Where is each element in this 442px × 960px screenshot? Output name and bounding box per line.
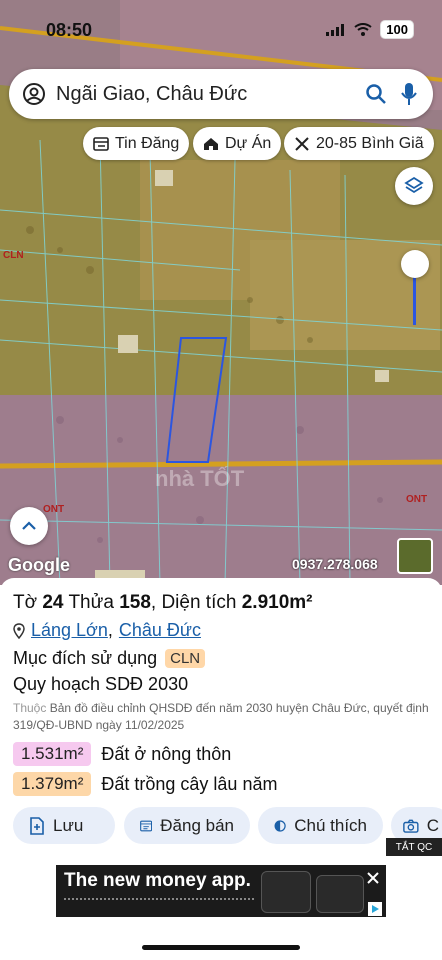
listing-icon [140, 820, 153, 831]
ad-banner[interactable]: The new money app. [56, 865, 386, 917]
zone-label-ont: ONT [406, 494, 428, 505]
post-for-sale-button[interactable]: Đăng bán [124, 807, 250, 844]
button-label: Chú thích [294, 815, 367, 835]
home-indicator [142, 945, 300, 950]
location-pin-icon [13, 622, 25, 639]
battery-indicator: 100 [380, 20, 414, 39]
street-view-thumbnail[interactable] [397, 538, 433, 574]
clock: 08:50 [46, 20, 93, 40]
chevron-up-icon [22, 521, 36, 530]
account-icon[interactable] [22, 82, 46, 106]
chip-label: Dự Án [225, 134, 272, 152]
area-breakdown-row: 1.379m² Đất trồng cây lâu năm [13, 772, 277, 796]
house-icon [204, 137, 218, 150]
ad-phone-image [316, 875, 364, 913]
plan-title: Quy hoạch SDĐ 2030 [13, 674, 189, 694]
search-bar[interactable]: Ngãi Giao, Châu Đức [9, 69, 433, 119]
land-use-row: Mục đích sử dụng CLN [13, 648, 206, 669]
sheet-label: Tờ [13, 592, 38, 613]
status-icons: 100 [326, 20, 414, 39]
tools-icon [295, 136, 309, 151]
button-label: C [426, 815, 439, 835]
chip-area-filter[interactable]: 20-85 Bình Giã [284, 127, 434, 160]
chip-label: 20-85 Bình Giã [316, 134, 424, 152]
chip-label: Tin Đăng [115, 134, 180, 152]
plot-label: Thửa [68, 592, 114, 613]
signal-icon [326, 23, 345, 36]
area-value: 1.531m² [13, 742, 92, 766]
zone-label-ont: ONT [43, 504, 65, 515]
button-label: Đăng bán [160, 815, 234, 835]
area-value: 1.379m² [13, 772, 92, 796]
location-row: Láng Lớn, Châu Đức [13, 620, 201, 641]
save-button[interactable]: Lưu [13, 807, 115, 844]
map-view[interactable]: 08:50 100 Ngãi Giao, Châu Đức Tin Đăng D… [0, 0, 442, 585]
chip-listings[interactable]: Tin Đăng [83, 127, 190, 160]
land-use-label: Mục đích sử dụng [13, 648, 158, 668]
location-ward-link[interactable]: Láng Lớn [31, 620, 108, 641]
plan-source-text: Bản đồ điều chỉnh QHSDĐ đến năm 2030 huy… [13, 701, 429, 732]
status-bar: 08:50 100 [0, 0, 442, 60]
sheet-number: 24 [42, 592, 64, 613]
contrast-icon [274, 819, 286, 832]
search-query[interactable]: Ngãi Giao, Châu Đức [56, 83, 365, 106]
location-district-link[interactable]: Châu Đức [119, 620, 201, 641]
search-icon[interactable] [365, 83, 387, 105]
area-label: Diện tích [161, 592, 237, 613]
close-ad-icon[interactable] [366, 871, 380, 885]
wifi-icon [354, 23, 372, 36]
chip-projects[interactable]: Dự Án [193, 127, 282, 160]
screen: 08:50 100 Ngãi Giao, Châu Đức Tin Đăng D… [0, 0, 442, 960]
plot-number: 158 [119, 592, 151, 613]
contact-phone[interactable]: 0937.278.068 [292, 556, 378, 572]
ad-choices-icon[interactable] [368, 902, 382, 916]
button-label: Lưu [53, 815, 84, 835]
watermark: nhà TỐT [155, 466, 245, 491]
ad-phone-image [261, 871, 311, 913]
microphone-icon[interactable] [401, 82, 417, 106]
zone-label-cln: CLN [3, 250, 24, 261]
plan-source-prefix: Thuộc [13, 701, 47, 715]
legend-button[interactable]: Chú thích [258, 807, 383, 844]
add-document-icon [30, 816, 44, 835]
camera-icon [403, 819, 419, 833]
location-separator: , [107, 620, 113, 640]
google-logo: Google [8, 555, 70, 575]
layers-icon [404, 176, 424, 194]
opacity-slider-handle[interactable] [401, 250, 429, 278]
total-area: 2.910m² [241, 592, 313, 613]
list-icon [93, 136, 109, 151]
parcel-header: Tờ 24 Thửa 158, Diện tích 2.910m² [13, 592, 313, 613]
land-use-badge: CLN [165, 649, 206, 668]
layers-button[interactable] [395, 167, 433, 205]
expand-sheet-button[interactable] [10, 507, 48, 545]
ad-fine-print [64, 898, 254, 912]
area-type: Đất ở nông thôn [101, 743, 232, 764]
hide-ads-button[interactable]: TẮT QC [386, 838, 442, 856]
area-type: Đất trồng cây lâu năm [101, 773, 278, 794]
plan-source: Thuộc Bản đồ điều chỉnh QHSDĐ đến năm 20… [13, 700, 439, 734]
ad-headline: The new money app. [64, 870, 251, 891]
area-breakdown-row: 1.531m² Đất ở nông thôn [13, 742, 231, 766]
